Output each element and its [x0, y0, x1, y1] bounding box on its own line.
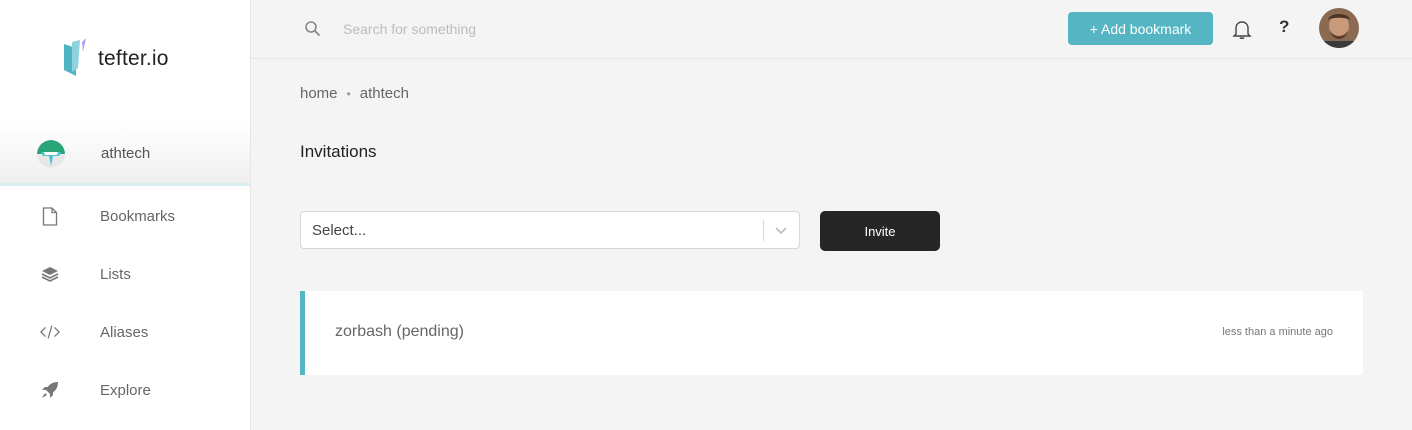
select-divider	[763, 220, 764, 241]
sidebar-item-label: Lists	[100, 265, 131, 283]
rocket-icon	[40, 380, 60, 400]
breadcrumb-separator: •	[346, 86, 351, 101]
topbar: + Add bookmark ?	[251, 0, 1412, 59]
file-icon	[40, 206, 60, 226]
invitation-card: zorbash (pending) less than a minute ago	[300, 291, 1363, 375]
invite-user-select[interactable]: Select...	[300, 211, 800, 249]
invite-button[interactable]: Invite	[820, 211, 940, 251]
breadcrumb-team[interactable]: athtech	[360, 85, 409, 102]
team-switcher[interactable]: athtech	[0, 124, 250, 186]
page-title: Invitations	[300, 142, 377, 161]
logo-text: tefter.io	[98, 47, 169, 70]
sidebar-item-explore[interactable]: Explore	[0, 375, 250, 405]
help-icon[interactable]: ?	[1279, 17, 1289, 37]
chevron-down-icon[interactable]	[773, 222, 789, 238]
team-avatar	[37, 139, 65, 168]
bell-icon[interactable]	[1231, 18, 1253, 40]
sidebar-item-bookmarks[interactable]: Bookmarks	[0, 201, 250, 231]
sidebar: tefter.io athtech Bookmarks Lists Aliase…	[0, 0, 251, 430]
sidebar-item-aliases[interactable]: Aliases	[0, 317, 250, 347]
add-bookmark-button[interactable]: + Add bookmark	[1068, 12, 1213, 45]
breadcrumb: home • athtech	[300, 85, 409, 102]
team-name: athtech	[101, 145, 151, 162]
layers-icon	[40, 264, 60, 284]
code-icon	[40, 322, 60, 342]
select-placeholder: Select...	[312, 222, 367, 239]
logo[interactable]: tefter.io	[62, 38, 169, 78]
breadcrumb-home[interactable]: home	[300, 85, 338, 102]
user-avatar[interactable]	[1319, 8, 1359, 48]
invitation-time: less than a minute ago	[1222, 326, 1333, 338]
sidebar-item-label: Aliases	[100, 323, 149, 341]
invitation-name: zorbash (pending)	[335, 323, 464, 340]
search-input[interactable]	[343, 17, 743, 41]
sidebar-item-label: Bookmarks	[100, 207, 176, 225]
tefter-logo-icon	[62, 38, 92, 78]
search-icon[interactable]	[304, 20, 322, 38]
sidebar-item-label: Explore	[100, 381, 151, 399]
sidebar-item-lists[interactable]: Lists	[0, 259, 250, 289]
